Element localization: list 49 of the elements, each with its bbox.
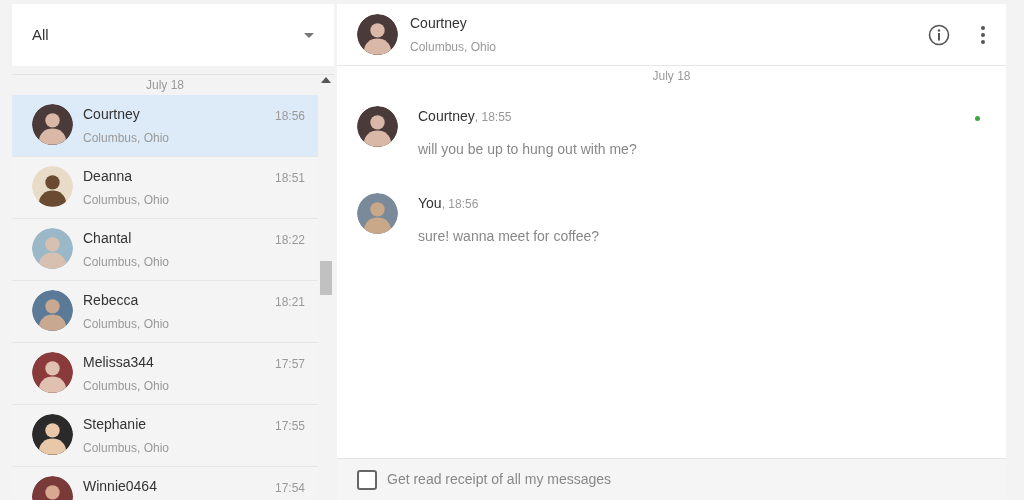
scrollbar-thumb[interactable] (320, 261, 332, 295)
sender-name: Courtney (418, 108, 475, 124)
contact-location: Columbus, Ohio (410, 39, 498, 56)
message-text: will you be up to hung out with me? (418, 140, 638, 159)
scroll-up-icon[interactable] (321, 77, 331, 83)
message-text: sure! wanna meet for coffee? (418, 227, 601, 246)
contact-name: Rebecca (83, 291, 140, 310)
date-label: July 18 (145, 77, 185, 94)
message-time: 18:22 (274, 232, 305, 249)
avatar-icon (32, 228, 73, 269)
conversation-item[interactable]: Courtney Columbus, Ohio 18:56 (12, 95, 318, 157)
message-time: 17:54 (274, 480, 305, 497)
contact-name: Courtney (410, 14, 468, 33)
contact-name: Chantal (83, 229, 133, 248)
info-button[interactable] (928, 23, 950, 46)
contact-name: Melissa344 (83, 353, 155, 372)
contact-name: Stephanie (83, 415, 148, 434)
avatar-icon (357, 193, 398, 234)
message-time: 18:51 (274, 170, 305, 187)
contact-name: Winnie0464 (83, 477, 157, 496)
avatar-icon (357, 14, 398, 55)
contact-location: Columbus, Ohio (83, 130, 170, 147)
message-time: 17:57 (274, 356, 305, 373)
avatar-icon (357, 106, 398, 147)
avatar-icon (32, 290, 73, 331)
avatar-icon (32, 352, 73, 393)
contact-location: Columbus, Ohio (83, 316, 170, 333)
more-menu-button[interactable] (980, 24, 986, 45)
contact-name: Courtney (83, 105, 141, 124)
checkbox-label: Get read receipt of all my messages (387, 470, 612, 489)
message-time: 18:21 (274, 294, 305, 311)
contact-location: Columbus, Ohio (83, 440, 170, 457)
message-time: , 18:56 (441, 197, 479, 211)
message-time: 17:55 (274, 418, 305, 435)
caret-icon (304, 32, 314, 38)
sender-name: You (418, 195, 442, 211)
date-label: July 18 (651, 68, 692, 85)
filter-dropdown[interactable]: All (12, 4, 334, 66)
avatar-icon (32, 104, 73, 145)
avatar-icon (32, 414, 73, 455)
avatar-icon (32, 166, 73, 207)
message-time: , 18:55 (474, 110, 512, 124)
read-receipt-checkbox[interactable] (357, 469, 377, 490)
contact-name: Deanna (83, 167, 134, 186)
contact-location: Columbus, Ohio (83, 254, 170, 271)
contact-location: Columbus, Ohio (83, 192, 170, 209)
filter-value: All (32, 24, 49, 45)
message-time: 18:56 (274, 108, 305, 125)
contact-location: Columbus, Ohio (83, 378, 170, 395)
